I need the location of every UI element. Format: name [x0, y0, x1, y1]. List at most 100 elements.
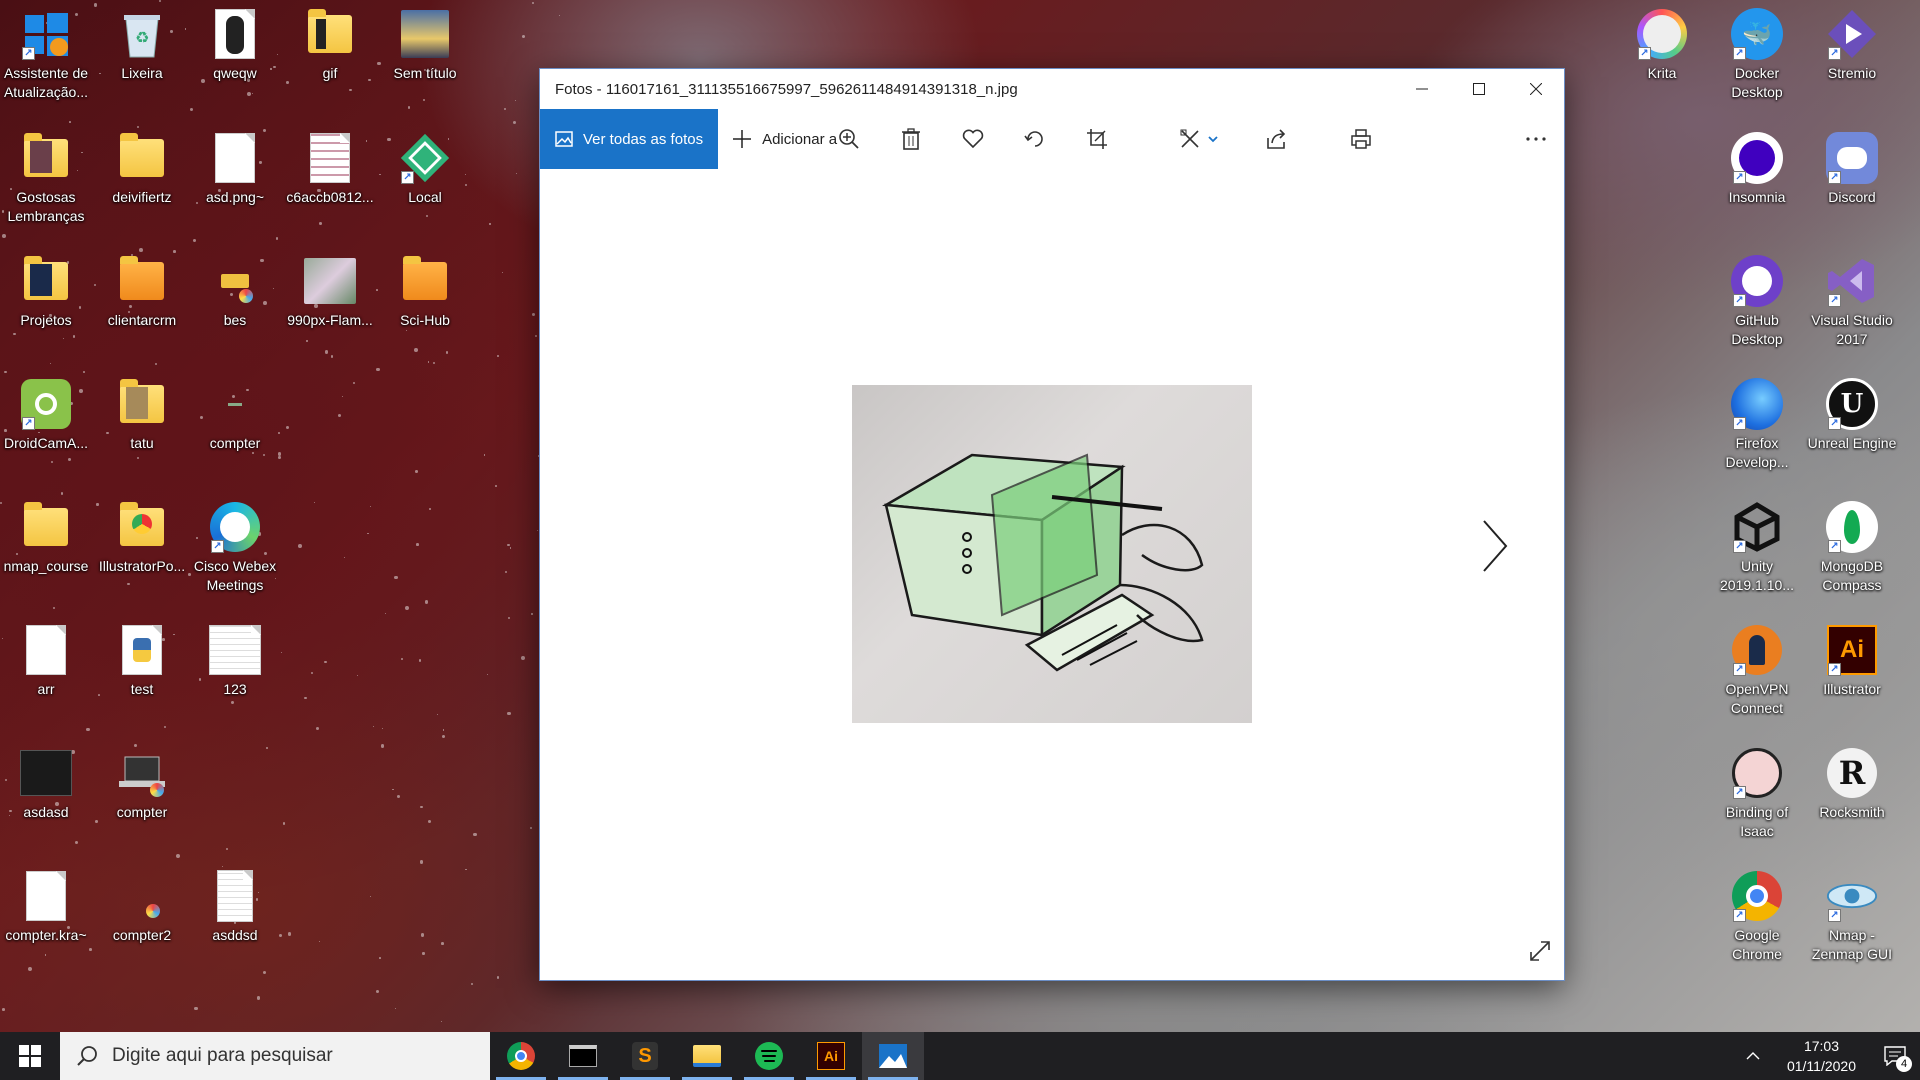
- desktop-icon-tatu[interactable]: tatu: [96, 378, 188, 453]
- desktop-icon-docker[interactable]: 🐳 ↗ Docker Desktop: [1711, 8, 1803, 102]
- desktop-icon-illustratorpo[interactable]: IllustratorPo...: [96, 501, 188, 576]
- more-button[interactable]: [1514, 109, 1558, 169]
- wallpaper-speckle: [83, 371, 86, 373]
- taskbar-sublime[interactable]: S: [614, 1032, 676, 1080]
- chevron-down-icon: [1208, 136, 1218, 143]
- favorite-button[interactable]: [951, 109, 995, 169]
- desktop-icon-illustrator[interactable]: Ai ↗ Illustrator: [1806, 624, 1898, 699]
- wallpaper-speckle: [319, 941, 321, 943]
- taskbar-photos[interactable]: [862, 1032, 924, 1080]
- desktop-icon-c6accb[interactable]: c6accb0812...: [284, 132, 376, 207]
- desktop-icon-nmap[interactable]: ↗ Nmap - Zenmap GUI: [1806, 870, 1898, 964]
- wallpaper-speckle: [3, 370, 7, 374]
- desktop-icon-krita[interactable]: ↗ Krita: [1616, 8, 1708, 83]
- desktop-icon-compter2[interactable]: compter2: [96, 870, 188, 945]
- add-to-button[interactable]: Adicionar a: [718, 129, 837, 149]
- desktop-icon-gif[interactable]: gif: [284, 8, 376, 83]
- desktop-icon-discord[interactable]: ↗ Discord: [1806, 132, 1898, 207]
- taskbar-chrome[interactable]: [490, 1032, 552, 1080]
- desktop-icon-stremio[interactable]: ↗ Stremio: [1806, 8, 1898, 83]
- rotate-button[interactable]: [1013, 109, 1057, 169]
- title-bar[interactable]: Fotos - 116017161_311135516675997_596261…: [540, 69, 1564, 109]
- desktop-icon-insomnia[interactable]: ↗ Insomnia: [1711, 132, 1803, 207]
- desktop-icon-deivifiertz[interactable]: deivifiertz: [96, 132, 188, 207]
- desktop-icon-unity[interactable]: ↗ Unity 2019.1.10...: [1711, 501, 1803, 595]
- edit-create-button[interactable]: [1168, 109, 1230, 169]
- desktop-icon-github[interactable]: ↗ GitHub Desktop: [1711, 255, 1803, 349]
- desktop-icon-sci-hub[interactable]: Sci-Hub: [379, 255, 471, 330]
- desktop-icon-assistente[interactable]: ↗ Assistente de Atualização...: [0, 8, 92, 102]
- start-button[interactable]: [0, 1032, 60, 1080]
- fullscreen-button[interactable]: [1528, 939, 1552, 968]
- wallpaper-speckle: [163, 725, 167, 729]
- wallpaper-speckle: [356, 674, 359, 677]
- minimize-button[interactable]: [1393, 69, 1450, 109]
- maximize-button[interactable]: [1450, 69, 1507, 109]
- all-photos-button[interactable]: Ver todas as fotos: [540, 109, 719, 169]
- desktop-icon-openvpn[interactable]: ↗ OpenVPN Connect: [1711, 624, 1803, 718]
- nmap-icon: ↗: [1826, 870, 1878, 922]
- taskbar-illustrator[interactable]: Ai: [800, 1032, 862, 1080]
- action-center-button[interactable]: 4: [1870, 1032, 1920, 1080]
- desktop-icon-local[interactable]: ↗ Local: [379, 132, 471, 207]
- desktop-icon-arr[interactable]: arr: [0, 624, 92, 699]
- next-photo-button[interactable]: [1480, 519, 1510, 578]
- desktop-icon-compter[interactable]: compter: [189, 378, 281, 453]
- desktop-icon-asdasd[interactable]: asdasd: [0, 747, 92, 822]
- desktop-icon-lixeira[interactable]: ♻ Lixeira: [96, 8, 188, 83]
- crop-button[interactable]: [1075, 109, 1119, 169]
- delete-button[interactable]: [889, 109, 933, 169]
- document-icon: [20, 870, 72, 922]
- close-button[interactable]: [1507, 69, 1564, 109]
- desktop-icon-label: Sem título: [393, 65, 457, 81]
- illustrator-icon: Ai: [817, 1042, 845, 1070]
- plus-icon: [733, 130, 752, 148]
- desktop-icon-webex[interactable]: ↗ Cisco Webex Meetings: [189, 501, 281, 595]
- desktop-icon-firefox-dev[interactable]: ↗ Firefox Develop...: [1711, 378, 1803, 472]
- taskbar-search-box[interactable]: Digite aqui para pesquisar: [60, 1032, 490, 1080]
- desktop-icon-label: Nmap - Zenmap GUI: [1811, 927, 1893, 962]
- search-placeholder: Digite aqui para pesquisar: [112, 1045, 333, 1066]
- desktop-icon-compter-kra[interactable]: compter.kra~: [0, 870, 92, 945]
- desktop-icon-projetos[interactable]: Projetos: [0, 255, 92, 330]
- wallpaper-speckle: [63, 337, 65, 340]
- desktop-icon-rocksmith[interactable]: R Rocksmith: [1806, 747, 1898, 822]
- desktop-icon-label: IllustratorPo...: [98, 558, 186, 574]
- desktop-icon-chrome[interactable]: ↗ Google Chrome: [1711, 870, 1803, 964]
- print-button[interactable]: [1339, 109, 1383, 169]
- zoom-button[interactable]: [827, 109, 871, 169]
- desktop-icon-bes[interactable]: bes: [189, 255, 281, 330]
- desktop-icon-nmap-course[interactable]: nmap_course: [0, 501, 92, 576]
- desktop-icon-asd-png[interactable]: asd.png~: [189, 132, 281, 207]
- desktop-icon-123[interactable]: 123: [189, 624, 281, 699]
- desktop-icon-label: Google Chrome: [1732, 927, 1782, 962]
- wallpaper-speckle: [436, 713, 439, 716]
- wallpaper-speckle: [44, 954, 47, 956]
- wallpaper-speckle: [473, 832, 477, 836]
- desktop-icon-label: MongoDB Compass: [1820, 558, 1884, 593]
- insomnia-icon: ↗: [1731, 132, 1783, 184]
- taskbar-file-explorer[interactable]: [676, 1032, 738, 1080]
- desktop-icon-visual-studio[interactable]: ↗ Visual Studio 2017: [1806, 255, 1898, 349]
- wallpaper-speckle: [507, 543, 510, 547]
- desktop-icon-asddsd[interactable]: asddsd: [189, 870, 281, 945]
- share-button[interactable]: [1254, 109, 1298, 169]
- desktop-icon-clientarcrm[interactable]: clientarcrm: [96, 255, 188, 330]
- desktop-icon-gostosas[interactable]: Gostosas Lembranças: [0, 132, 92, 226]
- desktop-icon-990px[interactable]: 990px-Flam...: [284, 255, 376, 330]
- show-hidden-icons-button[interactable]: [1733, 1032, 1773, 1080]
- desktop-icon-test[interactable]: test: [96, 624, 188, 699]
- desktop-icon-isaac[interactable]: ↗ Binding of Isaac: [1711, 747, 1803, 841]
- desktop-icon-mongodb[interactable]: ↗ MongoDB Compass: [1806, 501, 1898, 595]
- desktop-icon-label: asd.png~: [206, 189, 264, 205]
- sublime-text-icon: S: [632, 1042, 658, 1070]
- desktop-icon-qweqw[interactable]: qweqw: [189, 8, 281, 83]
- taskbar-spotify[interactable]: [738, 1032, 800, 1080]
- desktop-icon-unreal[interactable]: U ↗ Unreal Engine: [1806, 378, 1898, 453]
- photo-canvas[interactable]: [540, 169, 1564, 980]
- clock[interactable]: 17:03 01/11/2020: [1773, 1036, 1870, 1076]
- taskbar-terminal[interactable]: [552, 1032, 614, 1080]
- desktop-icon-compter-laptop[interactable]: compter: [96, 747, 188, 822]
- desktop-icon-droidcam[interactable]: ↗ DroidCamA...: [0, 378, 92, 453]
- desktop-icon-sem-titulo[interactable]: Sem título: [379, 8, 471, 83]
